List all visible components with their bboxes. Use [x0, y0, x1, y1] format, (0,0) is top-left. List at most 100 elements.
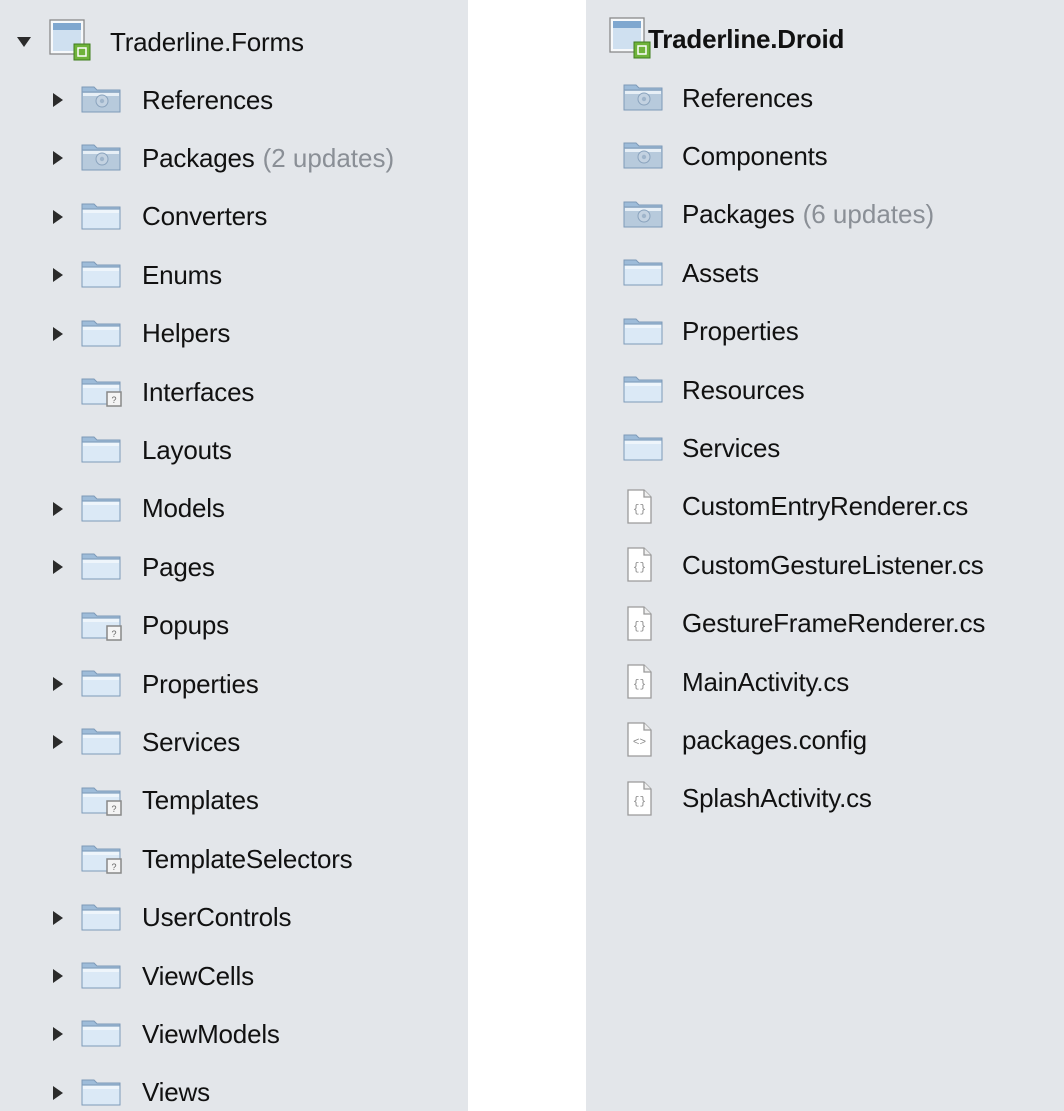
- tree-item-helpers[interactable]: Helpers: [142, 305, 230, 363]
- tree-item-label: Enums: [142, 259, 222, 290]
- folder-icon: [80, 724, 126, 760]
- tree-item-label: Services: [682, 432, 781, 463]
- collapse-triangle-icon[interactable]: [53, 1027, 63, 1042]
- svg-text:{}: {}: [633, 562, 646, 574]
- svg-text:?: ?: [111, 862, 116, 872]
- project-icon: [48, 18, 94, 62]
- tree-item-packages[interactable]: Packages (6 updates): [682, 186, 934, 244]
- collapse-triangle-icon[interactable]: [53, 969, 63, 983]
- collapse-triangle-icon[interactable]: [53, 677, 63, 691]
- collapse-triangle-icon[interactable]: [53, 560, 63, 575]
- tree-item-label: Converters: [142, 201, 268, 232]
- folder-icon: [80, 257, 126, 293]
- tree-item-customgesturelistener-cs[interactable]: CustomGestureListener.cs: [682, 536, 984, 594]
- tree-item-label: Assets: [682, 257, 759, 288]
- csharp-file-icon: {}: [624, 546, 654, 584]
- csharp-file-icon: {}: [624, 605, 654, 643]
- tree-item-components[interactable]: Components: [682, 127, 828, 185]
- expand-triangle-icon[interactable]: [17, 37, 31, 47]
- config-file-icon: <>: [624, 721, 654, 759]
- tree-item-references[interactable]: References: [142, 71, 273, 129]
- collapse-triangle-icon[interactable]: [53, 209, 63, 224]
- tree-item-mainactivity-cs[interactable]: MainActivity.cs: [682, 653, 849, 711]
- collapse-triangle-icon[interactable]: [53, 910, 63, 925]
- svg-text:<>: <>: [633, 737, 646, 749]
- folder-icon: [622, 430, 668, 466]
- tree-item-services[interactable]: Services: [682, 419, 780, 477]
- collapse-triangle-icon[interactable]: [53, 151, 63, 166]
- collapse-triangle-icon[interactable]: [53, 501, 63, 516]
- components-folder-icon: [622, 138, 668, 174]
- tree-item-properties[interactable]: Properties: [142, 655, 259, 713]
- tree-item-templateselectors[interactable]: TemplateSelectors: [142, 830, 353, 888]
- tree-item-label: ViewCells: [142, 960, 254, 991]
- tree-item-label: Components: [682, 140, 828, 171]
- project-row-traderline-droid[interactable]: Traderline.Droid: [648, 10, 844, 68]
- tree-item-gestureframerenderer-cs[interactable]: GestureFrameRenderer.cs: [682, 595, 985, 653]
- tree-item-pages[interactable]: Pages: [142, 538, 215, 596]
- tree-item-views[interactable]: Views: [142, 1064, 210, 1111]
- tree-item-label: MainActivity.cs: [682, 666, 849, 697]
- packages-folder-icon: [622, 197, 668, 233]
- update-count-note: (6 updates): [802, 199, 935, 230]
- folder-icon: [80, 491, 126, 527]
- tree-item-layouts[interactable]: Layouts: [142, 421, 232, 479]
- folder-icon: [80, 958, 126, 994]
- right-solution-pad: Traderline.Droid References Components P…: [586, 0, 1064, 1111]
- tree-item-label: TemplateSelectors: [142, 843, 353, 874]
- tree-item-label: Resources: [682, 374, 805, 405]
- references-folder-icon: [80, 82, 126, 118]
- svg-text:?: ?: [111, 629, 116, 639]
- folder-icon: [80, 1075, 126, 1111]
- collapse-triangle-icon[interactable]: [53, 326, 63, 341]
- tree-item-viewcells[interactable]: ViewCells: [142, 947, 254, 1005]
- folder-icon: [622, 314, 668, 350]
- tree-item-label: packages.config: [682, 724, 867, 755]
- tree-item-splashactivity-cs[interactable]: SplashActivity.cs: [682, 770, 872, 828]
- project-name: Traderline.Droid: [648, 23, 845, 54]
- project-row-traderline-forms[interactable]: Traderline.Forms: [110, 13, 304, 71]
- tree-item-popups[interactable]: Popups: [142, 597, 229, 655]
- tree-item-viewmodels[interactable]: ViewModels: [142, 1005, 280, 1063]
- tree-item-resources[interactable]: Resources: [682, 361, 805, 419]
- svg-text:{}: {}: [633, 621, 646, 633]
- tree-item-templates[interactable]: Templates: [142, 772, 259, 830]
- svg-text:?: ?: [111, 395, 116, 405]
- tree-item-properties[interactable]: Properties: [682, 303, 799, 361]
- tree-item-label: GestureFrameRenderer.cs: [682, 608, 986, 639]
- collapse-triangle-icon[interactable]: [53, 1085, 63, 1100]
- csharp-file-icon: {}: [624, 780, 654, 818]
- folder-icon: [80, 199, 126, 235]
- collapse-triangle-icon[interactable]: [53, 735, 63, 750]
- tree-item-label: Templates: [142, 785, 259, 816]
- tree-item-label: Layouts: [142, 434, 232, 465]
- tree-item-label: Packages: [142, 142, 255, 173]
- svg-text:{}: {}: [633, 796, 646, 808]
- tree-item-assets[interactable]: Assets: [682, 244, 759, 302]
- tree-item-label: UserControls: [142, 902, 292, 933]
- tree-item-customentryrenderer-cs[interactable]: CustomEntryRenderer.cs: [682, 478, 968, 536]
- tree-item-usercontrols[interactable]: UserControls: [142, 889, 292, 947]
- collapse-triangle-icon[interactable]: [53, 268, 63, 283]
- tree-item-enums[interactable]: Enums: [142, 246, 222, 304]
- tree-item-services[interactable]: Services: [142, 713, 240, 771]
- collapse-triangle-icon[interactable]: [53, 93, 63, 107]
- references-folder-icon: [622, 80, 668, 116]
- tree-item-models[interactable]: Models: [142, 480, 225, 538]
- tree-item-interfaces[interactable]: Interfaces: [142, 363, 254, 421]
- tree-item-converters[interactable]: Converters: [142, 188, 267, 246]
- tree-item-label: Packages: [682, 199, 795, 230]
- svg-text:?: ?: [111, 804, 116, 814]
- folder-icon: [80, 432, 126, 468]
- tree-item-packages-config[interactable]: packages.config: [682, 711, 867, 769]
- tree-item-label: Views: [142, 1077, 210, 1108]
- tree-item-label: ViewModels: [142, 1018, 280, 1049]
- unlinked-folder-icon: ?: [80, 841, 126, 877]
- tree-item-label: Interfaces: [142, 376, 255, 407]
- update-count-note: (2 updates): [262, 142, 395, 173]
- unlinked-folder-icon: ?: [80, 374, 126, 410]
- left-solution-pad: Traderline.Forms References Packages (2 u…: [0, 0, 468, 1111]
- tree-item-references[interactable]: References: [682, 69, 813, 127]
- tree-item-packages[interactable]: Packages (2 updates): [142, 129, 394, 187]
- tree-item-label: References: [142, 84, 273, 115]
